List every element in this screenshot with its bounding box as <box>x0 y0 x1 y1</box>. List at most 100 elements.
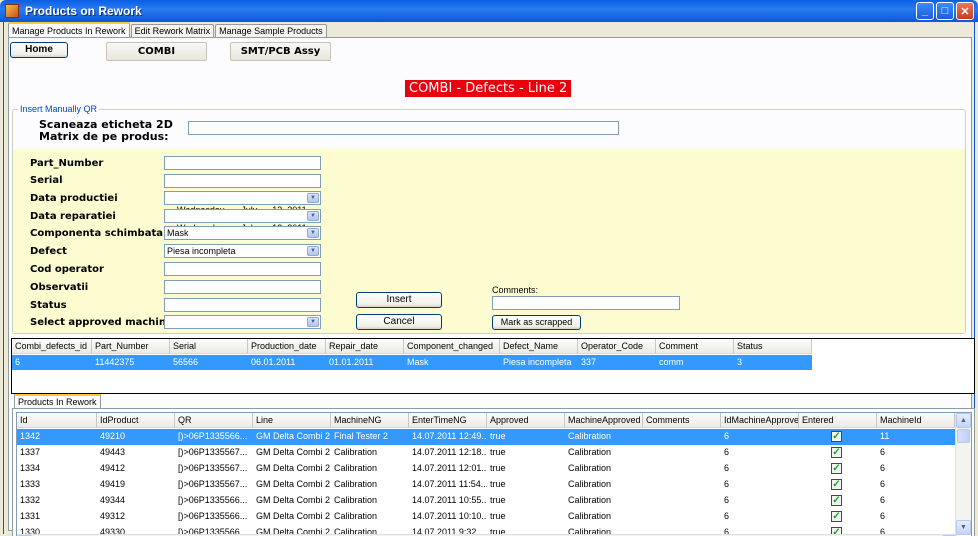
chevron-down-icon[interactable]: ▼ <box>307 246 319 256</box>
smt-pcb-button[interactable]: SMT/PCB Assy <box>230 42 331 61</box>
cell: 6 <box>724 447 730 457</box>
tab-edit-rework-matrix[interactable]: Edit Rework Matrix <box>130 24 215 38</box>
column-header[interactable]: Status <box>734 339 812 354</box>
column-header[interactable]: Defect_Name <box>500 339 578 354</box>
production-date-picker[interactable]: Wednesday, July 13, 2011 ▼ <box>164 191 321 215</box>
status-field[interactable] <box>164 298 321 312</box>
observations-field[interactable] <box>164 280 321 294</box>
cell: 6 <box>724 495 730 505</box>
comments-field[interactable] <box>492 296 680 310</box>
cell: GM Delta Combi 2 <box>256 495 331 505</box>
cell: 49443 <box>100 447 126 457</box>
mark-scrapped-button[interactable]: Mark as scrapped <box>492 315 581 330</box>
column-header[interactable]: Production_date <box>248 339 326 354</box>
column-header[interactable]: Combi_defects_id <box>12 339 92 354</box>
scroll-thumb[interactable] <box>957 429 970 443</box>
cell: Calibration <box>334 479 378 489</box>
table-row[interactable]: 1332 49344 [)>06P1335566... GM Delta Combi … <box>17 493 957 509</box>
defects-grid[interactable]: Combi_defects_id Part_Number Serial Prod… <box>11 338 975 394</box>
table-row[interactable]: 1334 49412 [)>06P1335567... GM Delta Combi … <box>17 461 957 477</box>
part-number-field[interactable] <box>164 156 321 170</box>
column-header[interactable]: Component_changed <box>404 339 500 354</box>
column-header[interactable]: Line <box>253 413 331 428</box>
cancel-button[interactable]: Cancel <box>356 314 442 330</box>
cell: [)>06P1335566... <box>178 511 248 521</box>
cell: Calibration <box>334 495 378 505</box>
column-header[interactable]: MachineId <box>877 413 955 428</box>
table-row[interactable]: 1331 49312 [)>06P1335566... GM Delta Combi … <box>17 509 957 525</box>
cell: GM Delta Combi 2 <box>256 511 331 521</box>
cell: 6 <box>880 495 886 505</box>
column-header[interactable]: Repair_date <box>326 339 404 354</box>
chevron-down-icon[interactable]: ▼ <box>307 228 319 238</box>
approved-machine-select[interactable]: ▼ <box>164 315 321 329</box>
home-button[interactable]: Home <box>10 42 68 58</box>
minimize-icon[interactable]: _ <box>916 2 934 20</box>
rework-grid[interactable]: Id IdProduct QR Line MachineNG EnterTimeNG App… <box>16 412 972 536</box>
cell: Calibration <box>568 479 612 489</box>
close-icon[interactable]: ✕ <box>956 2 974 20</box>
entered-checkbox[interactable]: ✓ <box>831 495 842 506</box>
column-header[interactable]: Entered <box>799 413 877 428</box>
qr-scan-input[interactable] <box>188 121 619 135</box>
cell: GM Delta Combi 2 <box>256 463 331 473</box>
column-header[interactable]: Part_Number <box>92 339 170 354</box>
table-row[interactable]: 1337 49443 [)>06P1335567... GM Delta Combi … <box>17 445 957 461</box>
component-changed-select[interactable]: Mask ▼ <box>164 226 321 240</box>
entered-checkbox[interactable]: ✓ <box>831 463 842 474</box>
cell: 1333 <box>20 479 41 489</box>
entered-checkbox[interactable]: ✓ <box>831 511 842 522</box>
chevron-down-icon[interactable]: ▼ <box>307 211 319 221</box>
column-header[interactable]: IdProduct <box>97 413 175 428</box>
tab-products-in-rework[interactable]: Products In Rework <box>14 394 101 409</box>
serial-field[interactable] <box>164 174 321 188</box>
rework-panel: Id IdProduct QR Line MachineNG EnterTimeNG App… <box>12 408 975 536</box>
chevron-down-icon[interactable]: ▼ <box>307 317 319 327</box>
column-header[interactable]: IdMachineApprove <box>721 413 799 428</box>
column-header[interactable]: MachineNG <box>331 413 409 428</box>
chevron-down-icon[interactable]: ▼ <box>307 193 319 203</box>
cell: 6 <box>15 357 21 367</box>
column-header[interactable]: Approved <box>487 413 565 428</box>
scroll-up-icon[interactable]: ▲ <box>956 413 971 428</box>
cell: true <box>490 511 506 521</box>
repair-date-picker[interactable]: Wednesday, July 13, 2011 ▼ <box>164 209 321 233</box>
column-header[interactable]: Comment <box>656 339 734 354</box>
cell: 14.07.2011 10:55... <box>412 495 487 505</box>
cell: 14.07.2011 11:54... <box>412 479 487 489</box>
cell: [)>06P1335567... <box>178 479 248 489</box>
column-header[interactable]: Comments <box>643 413 721 428</box>
combi-button[interactable]: COMBI <box>106 42 207 61</box>
operator-code-field[interactable] <box>164 262 321 276</box>
tab-manage-sample-products[interactable]: Manage Sample Products <box>215 24 327 38</box>
column-header[interactable]: Serial <box>170 339 248 354</box>
main-window: Manage Products In Rework Edit Rework Ma… <box>3 22 975 536</box>
table-row[interactable]: 1342 49210 [)>06P1335566... GM Delta Combi … <box>17 429 957 445</box>
title-bar[interactable]: Products on Rework _ □ ✕ <box>0 0 978 22</box>
cell: 6 <box>880 447 886 457</box>
entered-checkbox[interactable]: ✓ <box>831 447 842 458</box>
insert-button[interactable]: Insert <box>356 292 442 308</box>
column-header[interactable]: MachineApproved <box>565 413 643 428</box>
defect-select[interactable]: Piesa incompleta ▼ <box>164 244 321 258</box>
scroll-down-icon[interactable]: ▼ <box>956 520 971 535</box>
window-title: Products on Rework <box>25 4 142 18</box>
manual-form-area <box>13 149 965 333</box>
table-row[interactable]: 1333 49419 [)>06P1335567... GM Delta Combi … <box>17 477 957 493</box>
tab-manage-products[interactable]: Manage Products In Rework <box>8 22 130 38</box>
maximize-icon[interactable]: □ <box>936 2 954 20</box>
column-header[interactable]: Operator_Code <box>578 339 656 354</box>
column-header[interactable]: EnterTimeNG <box>409 413 487 428</box>
scan-label-line2: Matrix de pe produs: <box>39 130 169 143</box>
vertical-scrollbar[interactable]: ▲ ▼ <box>955 413 971 535</box>
entered-checkbox[interactable]: ✓ <box>831 479 842 490</box>
cell: [)>06P1335566... <box>178 495 248 505</box>
table-row[interactable]: 6 11442375 56566 06.01.2011 01.01.2011 M… <box>12 355 812 370</box>
cell: 1331 <box>20 511 41 521</box>
cell: [)>06P1335567... <box>178 447 248 457</box>
column-header[interactable]: QR <box>175 413 253 428</box>
cell: true <box>490 463 506 473</box>
entered-checkbox[interactable]: ✓ <box>831 431 842 442</box>
cell: Calibration <box>568 511 612 521</box>
column-header[interactable]: Id <box>17 413 97 428</box>
